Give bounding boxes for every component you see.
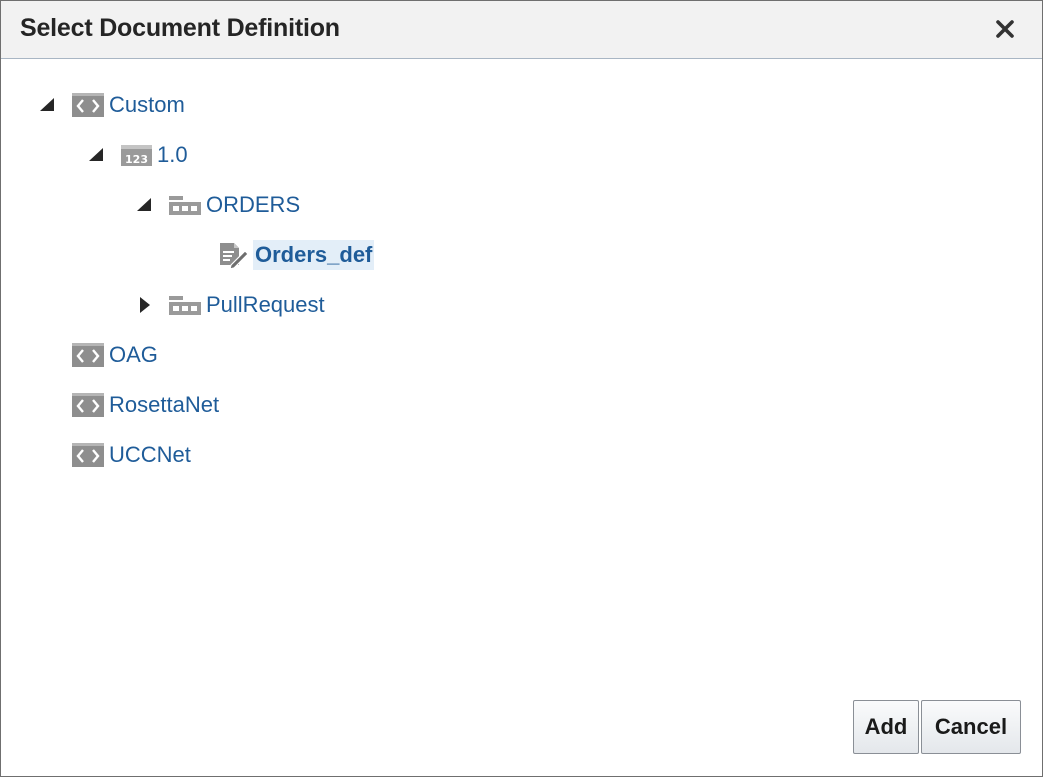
- collapse-icon[interactable]: [37, 95, 57, 115]
- select-document-definition-dialog: Select Document Definition Custom 123 1.…: [0, 0, 1043, 777]
- tree-node-label[interactable]: PullRequest: [206, 290, 325, 320]
- tree-node-oag[interactable]: OAG: [71, 340, 158, 370]
- protocol-icon: [71, 392, 105, 418]
- version-icon: 123: [120, 143, 153, 167]
- document-tree: Custom 123 1.0 ORDERS Orders_def PullReq…: [1, 59, 1042, 679]
- document-type-icon: [168, 193, 202, 217]
- cancel-button[interactable]: Cancel: [921, 700, 1021, 754]
- expand-icon[interactable]: [134, 295, 154, 315]
- tree-node-rosettanet[interactable]: RosettaNet: [71, 390, 219, 420]
- tree-node-label[interactable]: Custom: [109, 90, 185, 120]
- collapse-icon[interactable]: [134, 195, 154, 215]
- tree-node-pullrequest[interactable]: PullRequest: [134, 290, 325, 320]
- tree-node-orders-def[interactable]: Orders_def: [217, 240, 375, 270]
- protocol-icon: [71, 92, 105, 118]
- add-button[interactable]: Add: [853, 700, 919, 754]
- svg-text:123: 123: [125, 153, 148, 166]
- tree-node-uccnet[interactable]: UCCNet: [71, 440, 191, 470]
- tree-node-label[interactable]: OAG: [109, 340, 158, 370]
- tree-node-orders[interactable]: ORDERS: [134, 190, 300, 220]
- tree-node-label[interactable]: 1.0: [157, 140, 188, 170]
- tree-node-label[interactable]: RosettaNet: [109, 390, 219, 420]
- close-icon[interactable]: [989, 13, 1021, 45]
- tree-node-version-1-0[interactable]: 123 1.0: [86, 140, 188, 170]
- document-definition-icon: [217, 241, 249, 269]
- dialog-title: Select Document Definition: [20, 14, 340, 42]
- tree-node-label[interactable]: UCCNet: [109, 440, 191, 470]
- dialog-header: Select Document Definition: [1, 1, 1042, 59]
- protocol-icon: [71, 342, 105, 368]
- tree-node-custom[interactable]: Custom: [37, 90, 185, 120]
- tree-node-label[interactable]: ORDERS: [206, 190, 300, 220]
- tree-node-label[interactable]: Orders_def: [253, 240, 375, 270]
- protocol-icon: [71, 442, 105, 468]
- collapse-icon[interactable]: [86, 145, 106, 165]
- document-type-icon: [168, 293, 202, 317]
